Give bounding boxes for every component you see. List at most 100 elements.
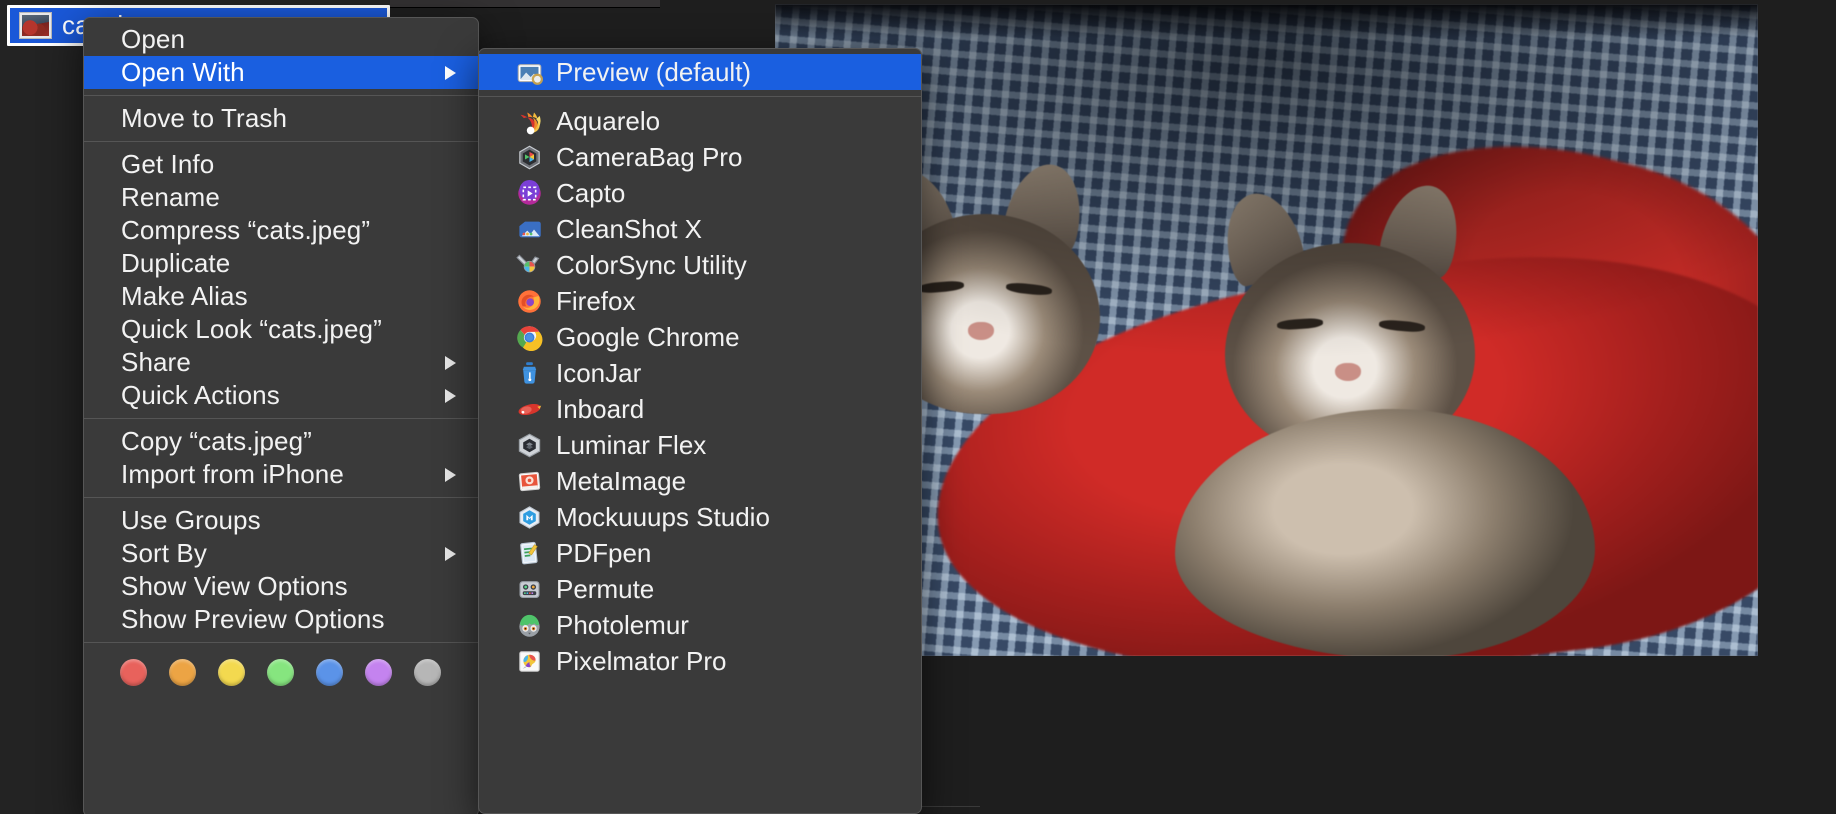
menu-item-sort-by[interactable]: Sort By bbox=[84, 537, 478, 570]
open-with-item-label: Luminar Flex bbox=[556, 430, 706, 461]
menu-item-label: Copy “cats.jpeg” bbox=[121, 426, 312, 457]
open-with-item-label: CameraBag Pro bbox=[556, 142, 742, 173]
colorsync-utility-app-icon bbox=[516, 252, 543, 279]
menu-item-use-groups[interactable]: Use Groups bbox=[84, 504, 478, 537]
open-with-item-cleanshot-x[interactable]: CleanShot X bbox=[479, 211, 921, 247]
menu-item-quick-look-cats-jpeg[interactable]: Quick Look “cats.jpeg” bbox=[84, 313, 478, 346]
pdfpen-app-icon bbox=[516, 540, 543, 567]
google-chrome-app-icon bbox=[516, 324, 543, 351]
menu-separator bbox=[84, 497, 478, 498]
menu-item-label: Duplicate bbox=[121, 248, 230, 279]
open-with-item-label: ColorSync Utility bbox=[556, 250, 747, 281]
open-with-item-label: Google Chrome bbox=[556, 322, 740, 353]
open-with-item-luminar-flex[interactable]: Luminar Flex bbox=[479, 427, 921, 463]
open-with-item-label: Mockuuups Studio bbox=[556, 502, 770, 533]
menu-item-move-to-trash[interactable]: Move to Trash bbox=[84, 102, 478, 135]
metaimage-app-icon bbox=[516, 468, 543, 495]
menu-item-show-view-options[interactable]: Show View Options bbox=[84, 570, 478, 603]
menu-item-import-from-iphone[interactable]: Import from iPhone bbox=[84, 458, 478, 491]
luminar-flex-app-icon bbox=[516, 432, 543, 459]
menu-item-show-preview-options[interactable]: Show Preview Options bbox=[84, 603, 478, 636]
menu-item-label: Open bbox=[121, 24, 185, 55]
menu-item-label: Get Info bbox=[121, 149, 214, 180]
open-with-item-firefox[interactable]: Firefox bbox=[479, 283, 921, 319]
menu-separator bbox=[84, 141, 478, 142]
open-with-item-inboard[interactable]: Inboard bbox=[479, 391, 921, 427]
open-with-item-label: IconJar bbox=[556, 358, 641, 389]
open-with-item-mockuuups-studio[interactable]: Mockuuups Studio bbox=[479, 499, 921, 535]
open-with-item-label: Photolemur bbox=[556, 610, 689, 641]
mockuuups-studio-app-icon bbox=[516, 504, 543, 531]
image-preview bbox=[775, 4, 1758, 656]
menu-item-label: Quick Actions bbox=[121, 380, 280, 411]
aquarelo-app-icon bbox=[516, 108, 543, 135]
open-with-item-camerabag-pro[interactable]: CameraBag Pro bbox=[479, 139, 921, 175]
menu-item-open[interactable]: Open bbox=[84, 23, 478, 56]
menu-separator bbox=[84, 95, 478, 96]
open-with-item-colorsync-utility[interactable]: ColorSync Utility bbox=[479, 247, 921, 283]
menu-separator bbox=[84, 418, 478, 419]
menu-item-label: Show Preview Options bbox=[121, 604, 385, 635]
iconjar-app-icon bbox=[516, 360, 543, 387]
menu-item-label: Move to Trash bbox=[121, 103, 287, 134]
menu-item-make-alias[interactable]: Make Alias bbox=[84, 280, 478, 313]
tag-yellow-icon[interactable] bbox=[218, 659, 245, 686]
submenu-arrow-icon bbox=[445, 66, 456, 80]
menu-item-rename[interactable]: Rename bbox=[84, 181, 478, 214]
open-with-item-label: Preview (default) bbox=[556, 57, 751, 88]
capto-app-icon bbox=[516, 180, 543, 207]
tag-color-row[interactable] bbox=[84, 649, 478, 692]
open-with-item-photolemur[interactable]: Photolemur bbox=[479, 607, 921, 643]
open-with-item-metaimage[interactable]: MetaImage bbox=[479, 463, 921, 499]
menu-item-label: Rename bbox=[121, 182, 220, 213]
tag-blue-icon[interactable] bbox=[316, 659, 343, 686]
open-with-item-label: Aquarelo bbox=[556, 106, 660, 137]
context-menu[interactable]: OpenOpen With Move to Trash Get InfoRename… bbox=[83, 17, 479, 814]
cleanshot-x-app-icon bbox=[516, 216, 543, 243]
submenu-arrow-icon bbox=[445, 547, 456, 561]
menu-item-duplicate[interactable]: Duplicate bbox=[84, 247, 478, 280]
menu-item-share[interactable]: Share bbox=[84, 346, 478, 379]
screen: cats.jpeg bbox=[0, 0, 1836, 814]
menu-separator bbox=[84, 642, 478, 643]
tag-gray-icon[interactable] bbox=[414, 659, 441, 686]
open-with-item-pdfpen[interactable]: PDFpen bbox=[479, 535, 921, 571]
menu-item-get-info[interactable]: Get Info bbox=[84, 148, 478, 181]
open-with-item-capto[interactable]: Capto bbox=[479, 175, 921, 211]
open-with-item-label: Inboard bbox=[556, 394, 644, 425]
inboard-app-icon bbox=[516, 396, 543, 423]
open-with-item-permute[interactable]: Permute bbox=[479, 571, 921, 607]
menu-item-copy-cats-jpeg[interactable]: Copy “cats.jpeg” bbox=[84, 425, 478, 458]
menu-item-label: Import from iPhone bbox=[121, 459, 344, 490]
open-with-item-iconjar[interactable]: IconJar bbox=[479, 355, 921, 391]
open-with-item-pixelmator-pro[interactable]: Pixelmator Pro bbox=[479, 643, 921, 679]
menu-item-label: Quick Look “cats.jpeg” bbox=[121, 314, 382, 345]
open-with-item-preview-default[interactable]: Preview (default) bbox=[479, 54, 921, 90]
open-with-item-google-chrome[interactable]: Google Chrome bbox=[479, 319, 921, 355]
open-with-item-label: Pixelmator Pro bbox=[556, 646, 727, 677]
open-with-item-label: CleanShot X bbox=[556, 214, 702, 245]
submenu-arrow-icon bbox=[445, 389, 456, 403]
open-with-item-label: Capto bbox=[556, 178, 625, 209]
firefox-app-icon bbox=[516, 288, 543, 315]
preview-app-icon bbox=[516, 59, 543, 86]
open-with-submenu[interactable]: Preview (default) Aquarelo CameraBag Pro Ca… bbox=[478, 48, 922, 814]
tag-green-icon[interactable] bbox=[267, 659, 294, 686]
menu-item-quick-actions[interactable]: Quick Actions bbox=[84, 379, 478, 412]
menu-item-label: Share bbox=[121, 347, 191, 378]
menu-item-label: Open With bbox=[121, 57, 245, 88]
photolemur-app-icon bbox=[516, 612, 543, 639]
menu-item-label: Make Alias bbox=[121, 281, 248, 312]
camerabag-pro-app-icon bbox=[516, 144, 543, 171]
tag-purple-icon[interactable] bbox=[365, 659, 392, 686]
open-with-item-label: Firefox bbox=[556, 286, 635, 317]
open-with-item-aquarelo[interactable]: Aquarelo bbox=[479, 103, 921, 139]
tag-red-icon[interactable] bbox=[120, 659, 147, 686]
menu-item-open-with[interactable]: Open With bbox=[84, 56, 478, 89]
menu-item-compress-cats-jpeg[interactable]: Compress “cats.jpeg” bbox=[84, 214, 478, 247]
menu-separator bbox=[479, 96, 921, 97]
menu-item-label: Compress “cats.jpeg” bbox=[121, 215, 370, 246]
menu-item-label: Sort By bbox=[121, 538, 207, 569]
tag-orange-icon[interactable] bbox=[169, 659, 196, 686]
image-thumbnail-icon bbox=[19, 12, 52, 39]
